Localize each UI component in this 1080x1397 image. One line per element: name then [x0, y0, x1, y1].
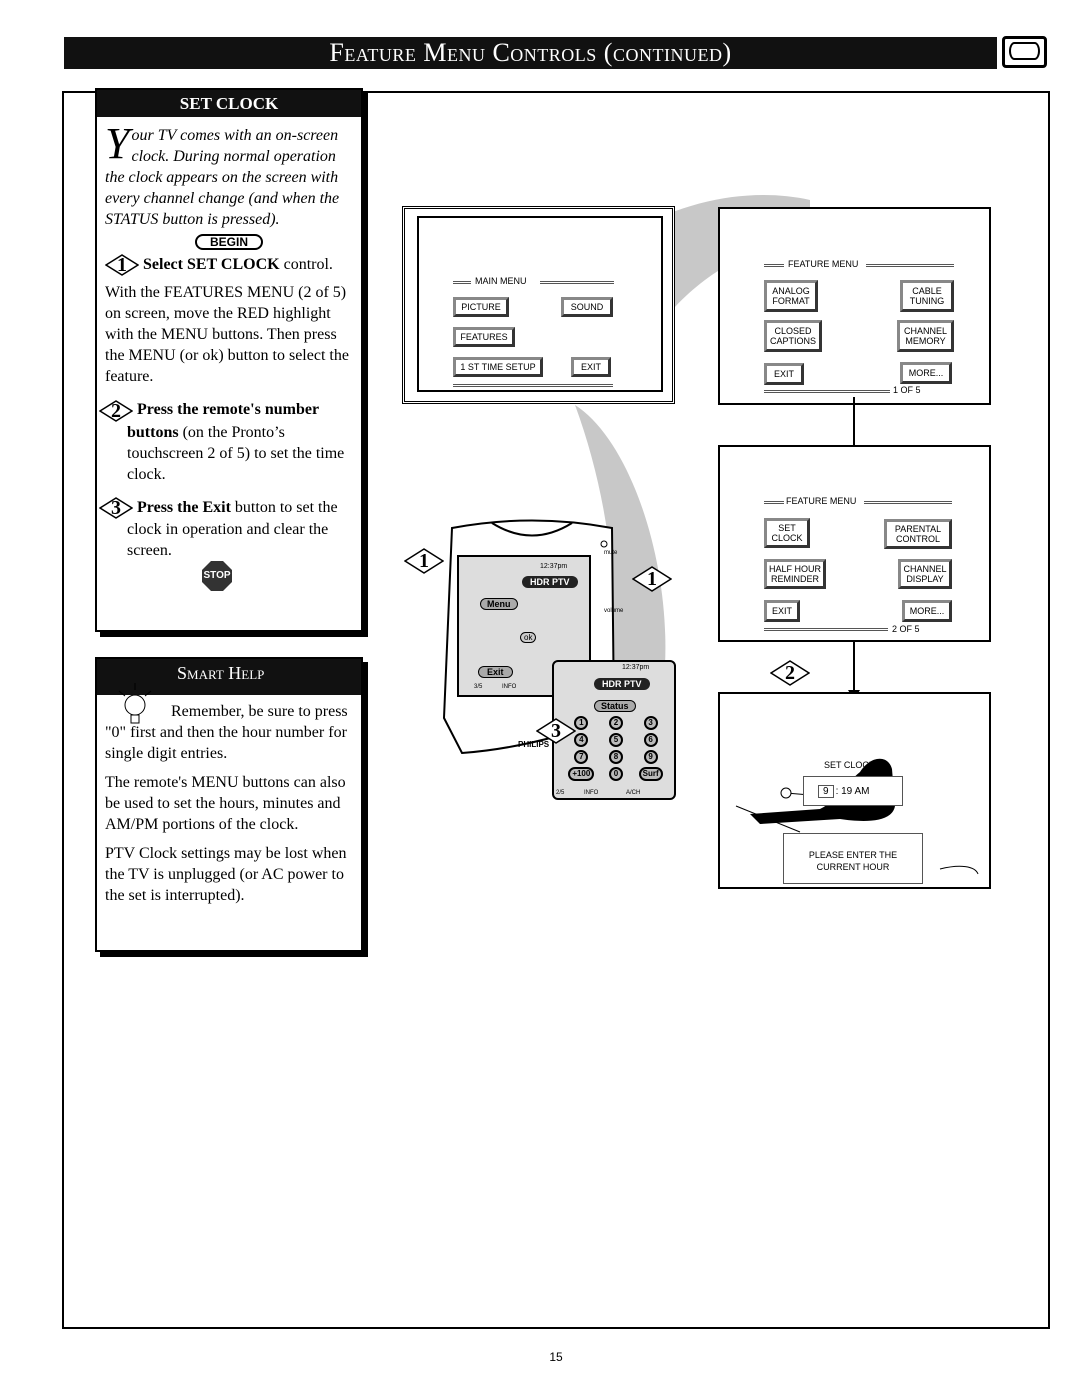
keypad-key[interactable]: 0 — [608, 767, 623, 781]
step-1: 1 Select SET CLOCK control. — [97, 254, 361, 276]
device-label: HDR PTV — [522, 576, 578, 588]
remote-exit-button[interactable]: Exit — [478, 666, 513, 678]
channel-display-button[interactable]: CHANNEL DISPLAY — [898, 559, 952, 589]
callout-1: 1 — [632, 566, 672, 592]
remote-ok-button[interactable]: ok — [520, 632, 537, 643]
callout-2: 2 — [770, 660, 810, 686]
menu-exit-button[interactable]: EXIT — [571, 357, 611, 377]
keypad-key[interactable]: 1 — [574, 716, 589, 730]
device-label: HDR PTV — [594, 678, 650, 690]
keypad-key[interactable]: 3 — [643, 716, 658, 730]
channel-memory-button[interactable]: CHANNEL MEMORY — [897, 320, 954, 352]
set-clock-panel: SET CLOCK Your TV comes with an on-scree… — [95, 88, 363, 632]
more-button[interactable]: MORE... — [900, 362, 952, 384]
step-3: 3 Press the Exit button to set the clock … — [97, 497, 361, 561]
remote-page: 3/5 — [474, 684, 483, 690]
prompt-box: PLEASE ENTER THE CURRENT HOUR — [783, 833, 923, 884]
parental-control-button[interactable]: PARENTAL CONTROL — [884, 519, 952, 549]
exit-button[interactable]: EXIT — [764, 363, 804, 385]
step-3-heading: Press the Exit — [137, 498, 231, 516]
keypad-key[interactable]: 2 — [608, 716, 623, 730]
main-menu-title: MAIN MENU — [475, 276, 527, 286]
half-hour-reminder-button[interactable]: HALF HOUR REMINDER — [764, 559, 826, 589]
cable-tuning-button[interactable]: CABLE TUNING — [900, 280, 954, 312]
ach-label: A/CH — [626, 790, 641, 796]
keypad-key[interactable]: 6 — [643, 733, 658, 747]
help-paragraph: The remote's MENU buttons can also be us… — [105, 774, 346, 833]
set-clock-title: SET CLOCK — [97, 90, 361, 117]
set-clock-button[interactable]: SET CLOCK — [764, 518, 810, 548]
volume-label: volume — [604, 608, 624, 614]
keypad-key[interactable]: Surf — [638, 767, 663, 781]
keypad-key[interactable]: 7 — [574, 750, 589, 764]
feature-menu-title: FEATURE MENU — [788, 259, 859, 269]
number-keypad: 1 2 3 4 5 6 7 8 9 +100 0 Surf — [564, 716, 668, 781]
remote-menu-button[interactable]: Menu — [480, 598, 518, 610]
remote-time: 12:37pm — [622, 664, 650, 671]
time-display: 9 : 19 AM — [803, 776, 903, 806]
info-label: INFO — [502, 684, 517, 690]
menu-sound-button[interactable]: SOUND — [561, 297, 613, 317]
tv-icon — [1002, 36, 1047, 68]
begin-badge: BEGIN — [195, 234, 263, 250]
page-indicator: 1 OF 5 — [893, 385, 921, 395]
callout-1: 1 — [404, 548, 444, 574]
intro-text: Your TV comes with an on-screen clock. D… — [97, 119, 361, 230]
menu-picture-button[interactable]: PICTURE — [453, 297, 509, 317]
mute-label: mute — [604, 550, 618, 556]
step-number-diamond: 3 — [99, 497, 133, 519]
keypad-key[interactable]: 9 — [643, 750, 658, 764]
intro-body: our TV comes with an on-screen clock. Du… — [105, 127, 340, 228]
lightbulb-icon — [115, 681, 155, 725]
flow-arrow — [848, 642, 860, 700]
remote-time: 12:37pm — [540, 563, 568, 570]
minutes-ampm: : 19 AM — [835, 785, 870, 797]
set-clock-screen: SET CLOCK 9 : 19 AM PLEASE ENTER THE CUR… — [718, 692, 991, 889]
info-label: INFO — [584, 790, 599, 796]
smart-help-panel: Smart Help Remember, be sure to press "0… — [95, 657, 363, 952]
stop-sign-icon: STOP — [202, 560, 232, 591]
page-number: 15 — [549, 1350, 563, 1364]
remote-page: 2/5 — [556, 790, 565, 796]
feature-menu-2-screen: FEATURE MENU SET CLOCK PARENTAL CONTROL … — [718, 445, 991, 642]
keypad-key[interactable]: 5 — [608, 733, 623, 747]
keypad-key[interactable]: +100 — [568, 767, 595, 781]
status-button[interactable]: Status — [594, 700, 636, 712]
set-clock-screen-title: SET CLOCK — [824, 760, 875, 770]
keypad-key[interactable]: 4 — [574, 733, 589, 747]
step-2: 2 Press the remote's number buttons (on t… — [97, 399, 361, 484]
feature-menu-1-screen: FEATURE MENU ANALOG FORMAT CABLE TUNING … — [718, 207, 991, 405]
exit-button[interactable]: EXIT — [764, 600, 800, 622]
menu-features-button[interactable]: FEATURES — [453, 327, 515, 347]
closed-captions-button[interactable]: CLOSED CAPTIONS — [764, 320, 822, 352]
step-number-diamond: 2 — [99, 400, 133, 422]
page-title: Feature Menu Controls (continued) — [64, 37, 997, 69]
step-number-diamond: 1 — [105, 254, 139, 276]
page-indicator: 2 OF 5 — [892, 624, 920, 634]
feature-menu-title: FEATURE MENU — [786, 496, 857, 506]
help-paragraph: PTV Clock settings may be lost when the … — [105, 845, 347, 904]
main-menu-screen: MAIN MENU PICTURE SOUND FEATURES 1 ST TI… — [402, 206, 675, 404]
analog-format-button[interactable]: ANALOG FORMAT — [764, 280, 818, 312]
more-button[interactable]: MORE... — [902, 600, 952, 622]
drop-cap: Y — [105, 119, 130, 168]
step-1-detail: With the FEATURES MENU (2 of 5) on scree… — [105, 284, 349, 386]
hour-field[interactable]: 9 — [818, 784, 834, 798]
callout-3: 3 — [536, 718, 576, 744]
menu-first-time-setup-button[interactable]: 1 ST TIME SETUP — [453, 357, 543, 377]
step-1-rest: control. — [279, 256, 333, 273]
keypad-key[interactable]: 8 — [608, 750, 623, 764]
flow-arrow — [848, 397, 860, 460]
step-1-heading: Select SET CLOCK — [143, 256, 280, 273]
